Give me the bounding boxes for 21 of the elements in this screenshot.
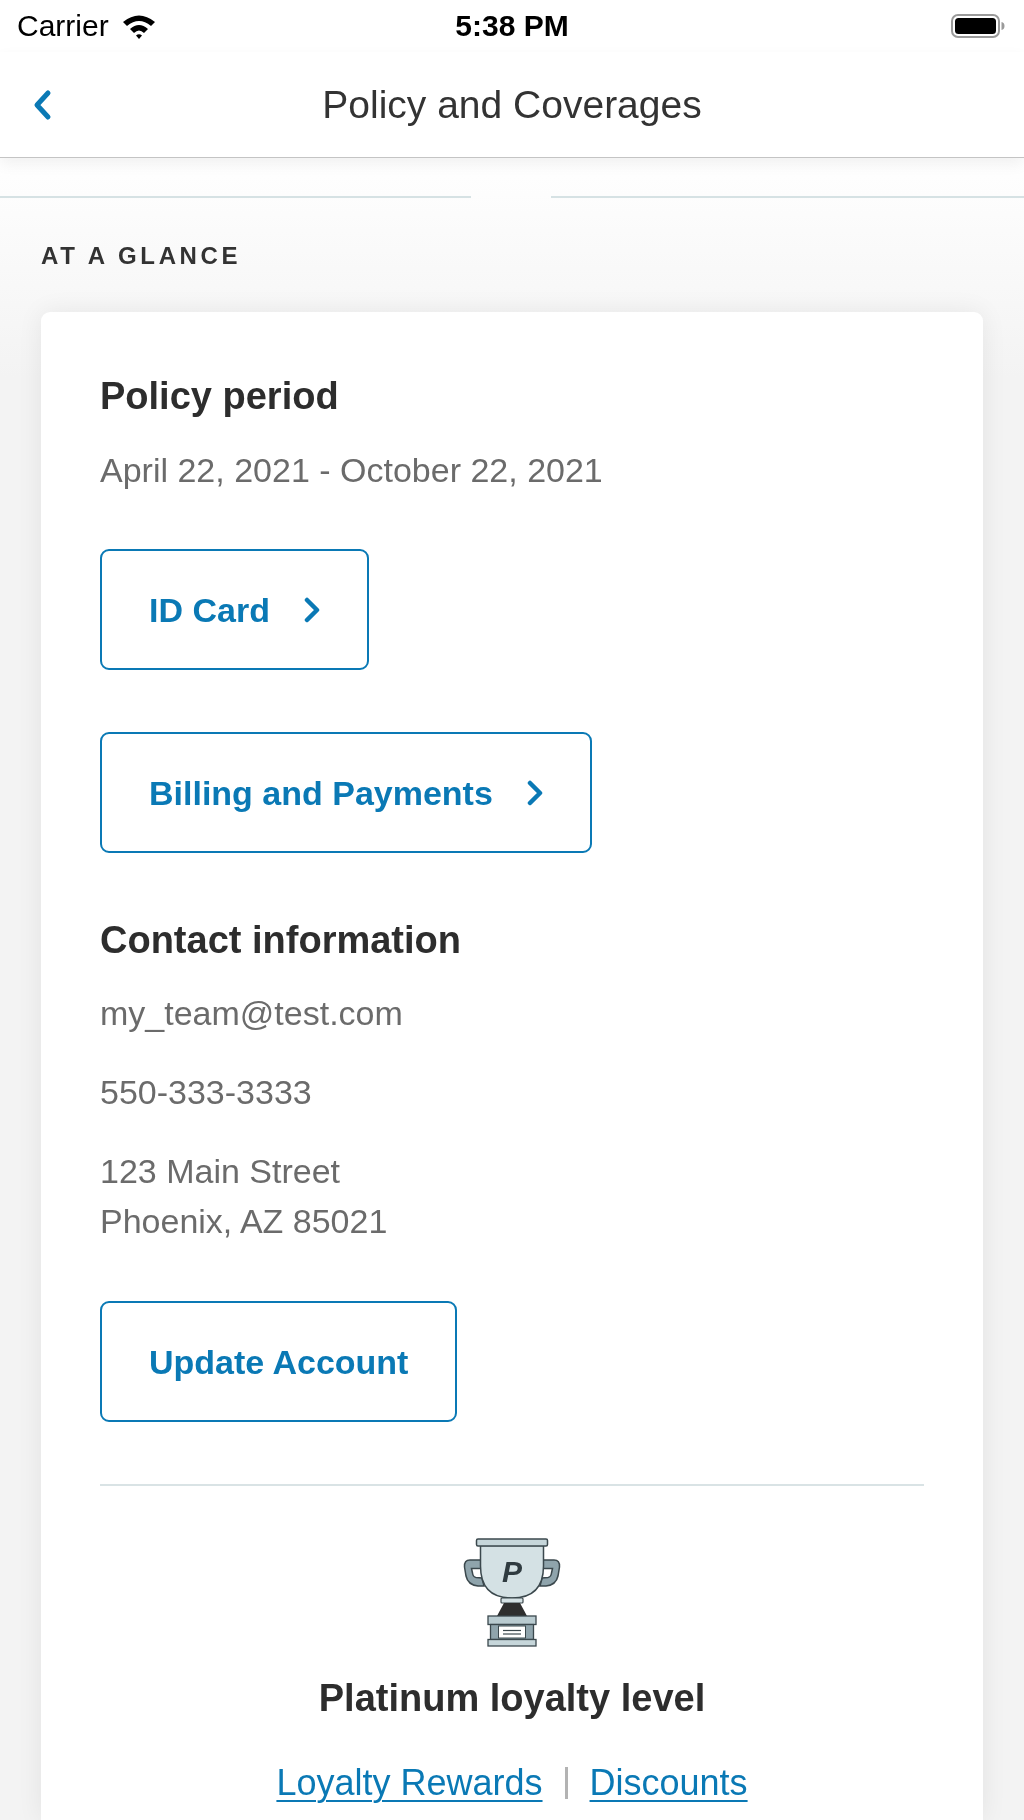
trophy-icon — [463, 1538, 561, 1647]
status-time: 5:38 PM — [455, 8, 569, 44]
contact-heading: Contact information — [100, 918, 461, 962]
screen-title: Policy and Coverages — [322, 81, 702, 128]
action-button[interactable]: Billing and Payments — [100, 732, 592, 853]
carrier-label: Carrier — [17, 8, 109, 44]
policy-period-heading: Policy period — [100, 374, 339, 418]
chevron-right-icon — [526, 779, 543, 806]
action-button[interactable]: ID Card — [100, 549, 369, 670]
policy-dates: April 22, 2021 - October 22, 2021 — [100, 452, 603, 488]
chevron-right-icon — [303, 596, 320, 623]
battery-icon — [951, 14, 1005, 38]
update-account-button[interactable]: Update Account — [100, 1301, 458, 1422]
phone-text: 550-333-3333 — [100, 1074, 312, 1110]
loyalty-link[interactable]: Loyalty Rewards — [276, 1762, 543, 1804]
loyalty-level-heading: Platinum loyalty level — [318, 1676, 706, 1720]
email-text: my_team@test.com — [100, 995, 403, 1031]
address-text: 123 Main Street Phoenix, AZ 85021 — [100, 1151, 388, 1242]
loyalty-link[interactable]: Discounts — [589, 1762, 748, 1804]
trophy-letter: P — [502, 1555, 522, 1588]
section-heading: AT A GLANCE — [41, 242, 242, 270]
